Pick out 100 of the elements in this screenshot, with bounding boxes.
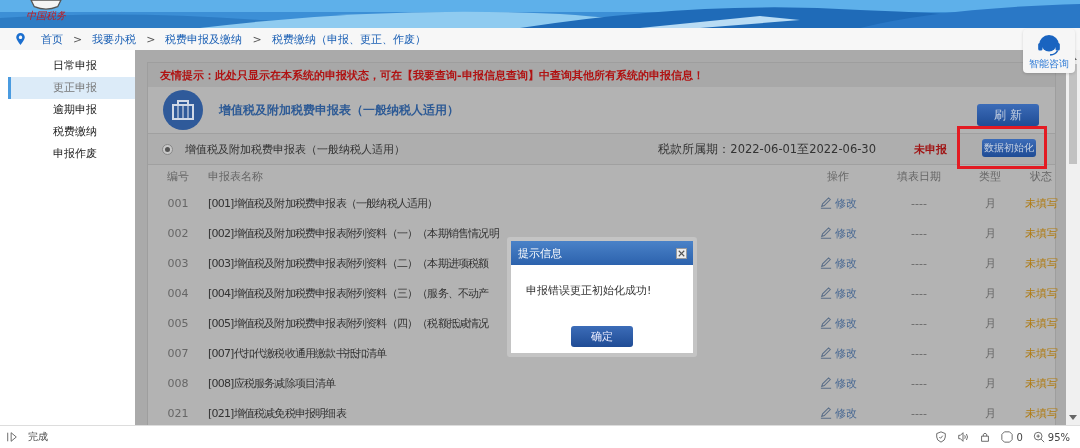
pencil-icon [819,287,832,299]
table-cell-text: 004 [166,286,190,300]
table-cell-text: 月 [983,255,997,271]
logo-text: 中国税务 [26,10,66,22]
sidebar-item[interactable]: 申报作废 [8,143,135,165]
table-cell-text: 003 [166,256,190,270]
location-pin-icon [16,33,25,45]
zoom-control[interactable]: 95% [1032,431,1070,443]
breadcrumb-separator: > [73,32,83,46]
edit-link[interactable]: 修改 [802,195,874,211]
breadcrumb-link[interactable]: 我要办税 [92,31,137,47]
table-cell-text: ---- [910,286,928,300]
status-text: 完成 [28,430,48,444]
table-cell-text: ---- [910,226,928,240]
sidebar-toggle-icon[interactable] [6,431,18,443]
column-header: 申报表名称 [208,169,264,184]
scroll-thumb[interactable] [1069,64,1077,164]
breadcrumb-link[interactable]: 税费缴纳（申报、更正、作废） [271,31,426,47]
edit-link[interactable]: 修改 [802,315,874,331]
edit-link[interactable]: 修改 [802,375,874,391]
table-cell-text: 未填写 [1023,375,1059,391]
edit-link[interactable]: 修改 [802,255,874,271]
table-cell-text: ---- [910,256,928,270]
dialog-message: 申报错误更正初始化成功! [525,283,653,299]
sidebar-item[interactable]: 税费缴纳 [8,121,135,143]
edit-link[interactable]: 修改 [802,285,874,301]
edit-link[interactable]: 修改 [802,405,874,421]
table-cell-text: 月 [983,375,997,391]
pencil-icon [819,227,832,239]
table-cell-text: 月 [983,345,997,361]
dialog-title: 提示信息 [518,245,562,261]
pencil-icon [819,377,832,389]
table-cell: [021]增值税减免税申报明细表 [208,405,346,421]
pencil-icon [819,197,832,209]
edit-link[interactable]: 修改 [802,345,874,361]
table-cell-text: 021 [166,406,190,420]
table-cell: [003]增值税及附加税费申报表附列资料（二）（本期进项税额 [208,255,489,271]
scrollbar[interactable] [1066,50,1080,425]
table-cell-text: ---- [910,346,928,360]
breadcrumb-link[interactable]: 税费申报及缴纳 [165,31,243,47]
column-header: 操作 [826,169,850,184]
table-cell-text: 001 [166,196,190,210]
table-cell-text: ---- [910,316,928,330]
zoom-icon [1032,431,1045,443]
ad-block-counter[interactable]: 0 [1001,431,1023,443]
tax-period: 税款所属期：2022-06-01至2022-06-30 [658,141,876,157]
table-cell-text: 未填写 [1023,405,1059,421]
breadcrumb-separator: > [252,32,262,46]
breadcrumb-link[interactable]: 首页 [41,31,63,47]
column-header: 状态 [1029,169,1053,184]
close-icon[interactable] [676,247,687,259]
notice-text: 友情提示：此处只显示在本系统的申报状态，可在【我要查询-申报信息查询】中查询其他所有系统的申报信息！ [160,67,704,83]
pencil-icon [819,347,832,359]
scroll-down-icon[interactable] [1069,415,1077,421]
table-cell-text: ---- [910,406,928,420]
table-cell-text: ---- [910,196,928,210]
pencil-icon [819,317,832,329]
table-cell-text: 未填写 [1023,195,1059,211]
ok-button[interactable]: 确定 [571,326,633,347]
table-cell-text: 002 [166,226,190,240]
table-cell-text: 月 [983,315,997,331]
table-cell: [001]增值税及附加税费申报表（一般纳税人适用） [208,195,438,211]
declaration-name: 增值税及附加税费申报表（一般纳税人适用） [185,141,406,157]
table-cell-text: 005 [166,316,190,330]
declaration-status: 未申报 [914,141,947,157]
column-header: 类型 [978,169,1002,184]
refresh-button[interactable]: 刷 新 [977,104,1039,126]
table-cell-text: 008 [166,376,190,390]
speaker-icon[interactable] [957,431,970,443]
table-cell-text: ---- [910,376,928,390]
table-cell-text: 未填写 [1023,315,1059,331]
table-cell-text: 007 [166,346,190,360]
table-cell: [002]增值税及附加税费申报表附列资料（一）（本期销售情况明 [208,225,499,241]
table-cell-text: 未填写 [1023,345,1059,361]
table-cell-text: 月 [983,225,997,241]
table-cell: [008]应税服务减除项目清单 [208,375,336,391]
sidebar-item[interactable]: 逾期申报 [8,99,135,121]
table-cell-text: 月 [983,195,997,211]
edit-link[interactable]: 修改 [802,225,874,241]
shield-icon[interactable] [935,431,948,443]
briefcase-icon [163,90,203,130]
breadcrumb-separator: > [146,32,156,46]
data-init-button[interactable]: 数据初始化 [982,139,1036,157]
pencil-icon [819,407,832,419]
emblem-icon [29,0,63,10]
help-widget[interactable]: 智能咨询 [1023,29,1075,73]
sidebar-item[interactable]: 更正申报 [8,77,135,99]
table-cell: [004]增值税及附加税费申报表附列资料（三）（服务、不动产 [208,285,489,301]
table-cell-text: 月 [983,285,997,301]
column-header: 填表日期 [896,169,942,184]
column-header: 编号 [166,169,190,184]
lock-icon[interactable] [979,431,992,443]
table-cell-text: 月 [983,405,997,421]
form-title: 增值税及附加税费申报表（一般纳税人适用） [219,101,460,119]
table-cell: [005]增值税及附加税费申报表附列资料（四）（税额抵减情况 [208,315,489,331]
table-cell-text: 未填写 [1023,225,1059,241]
sidebar-item[interactable]: 日常申报 [8,55,135,77]
table-cell-text: 未填写 [1023,285,1059,301]
table-cell-text: 未填写 [1023,255,1059,271]
pencil-icon [819,257,832,269]
